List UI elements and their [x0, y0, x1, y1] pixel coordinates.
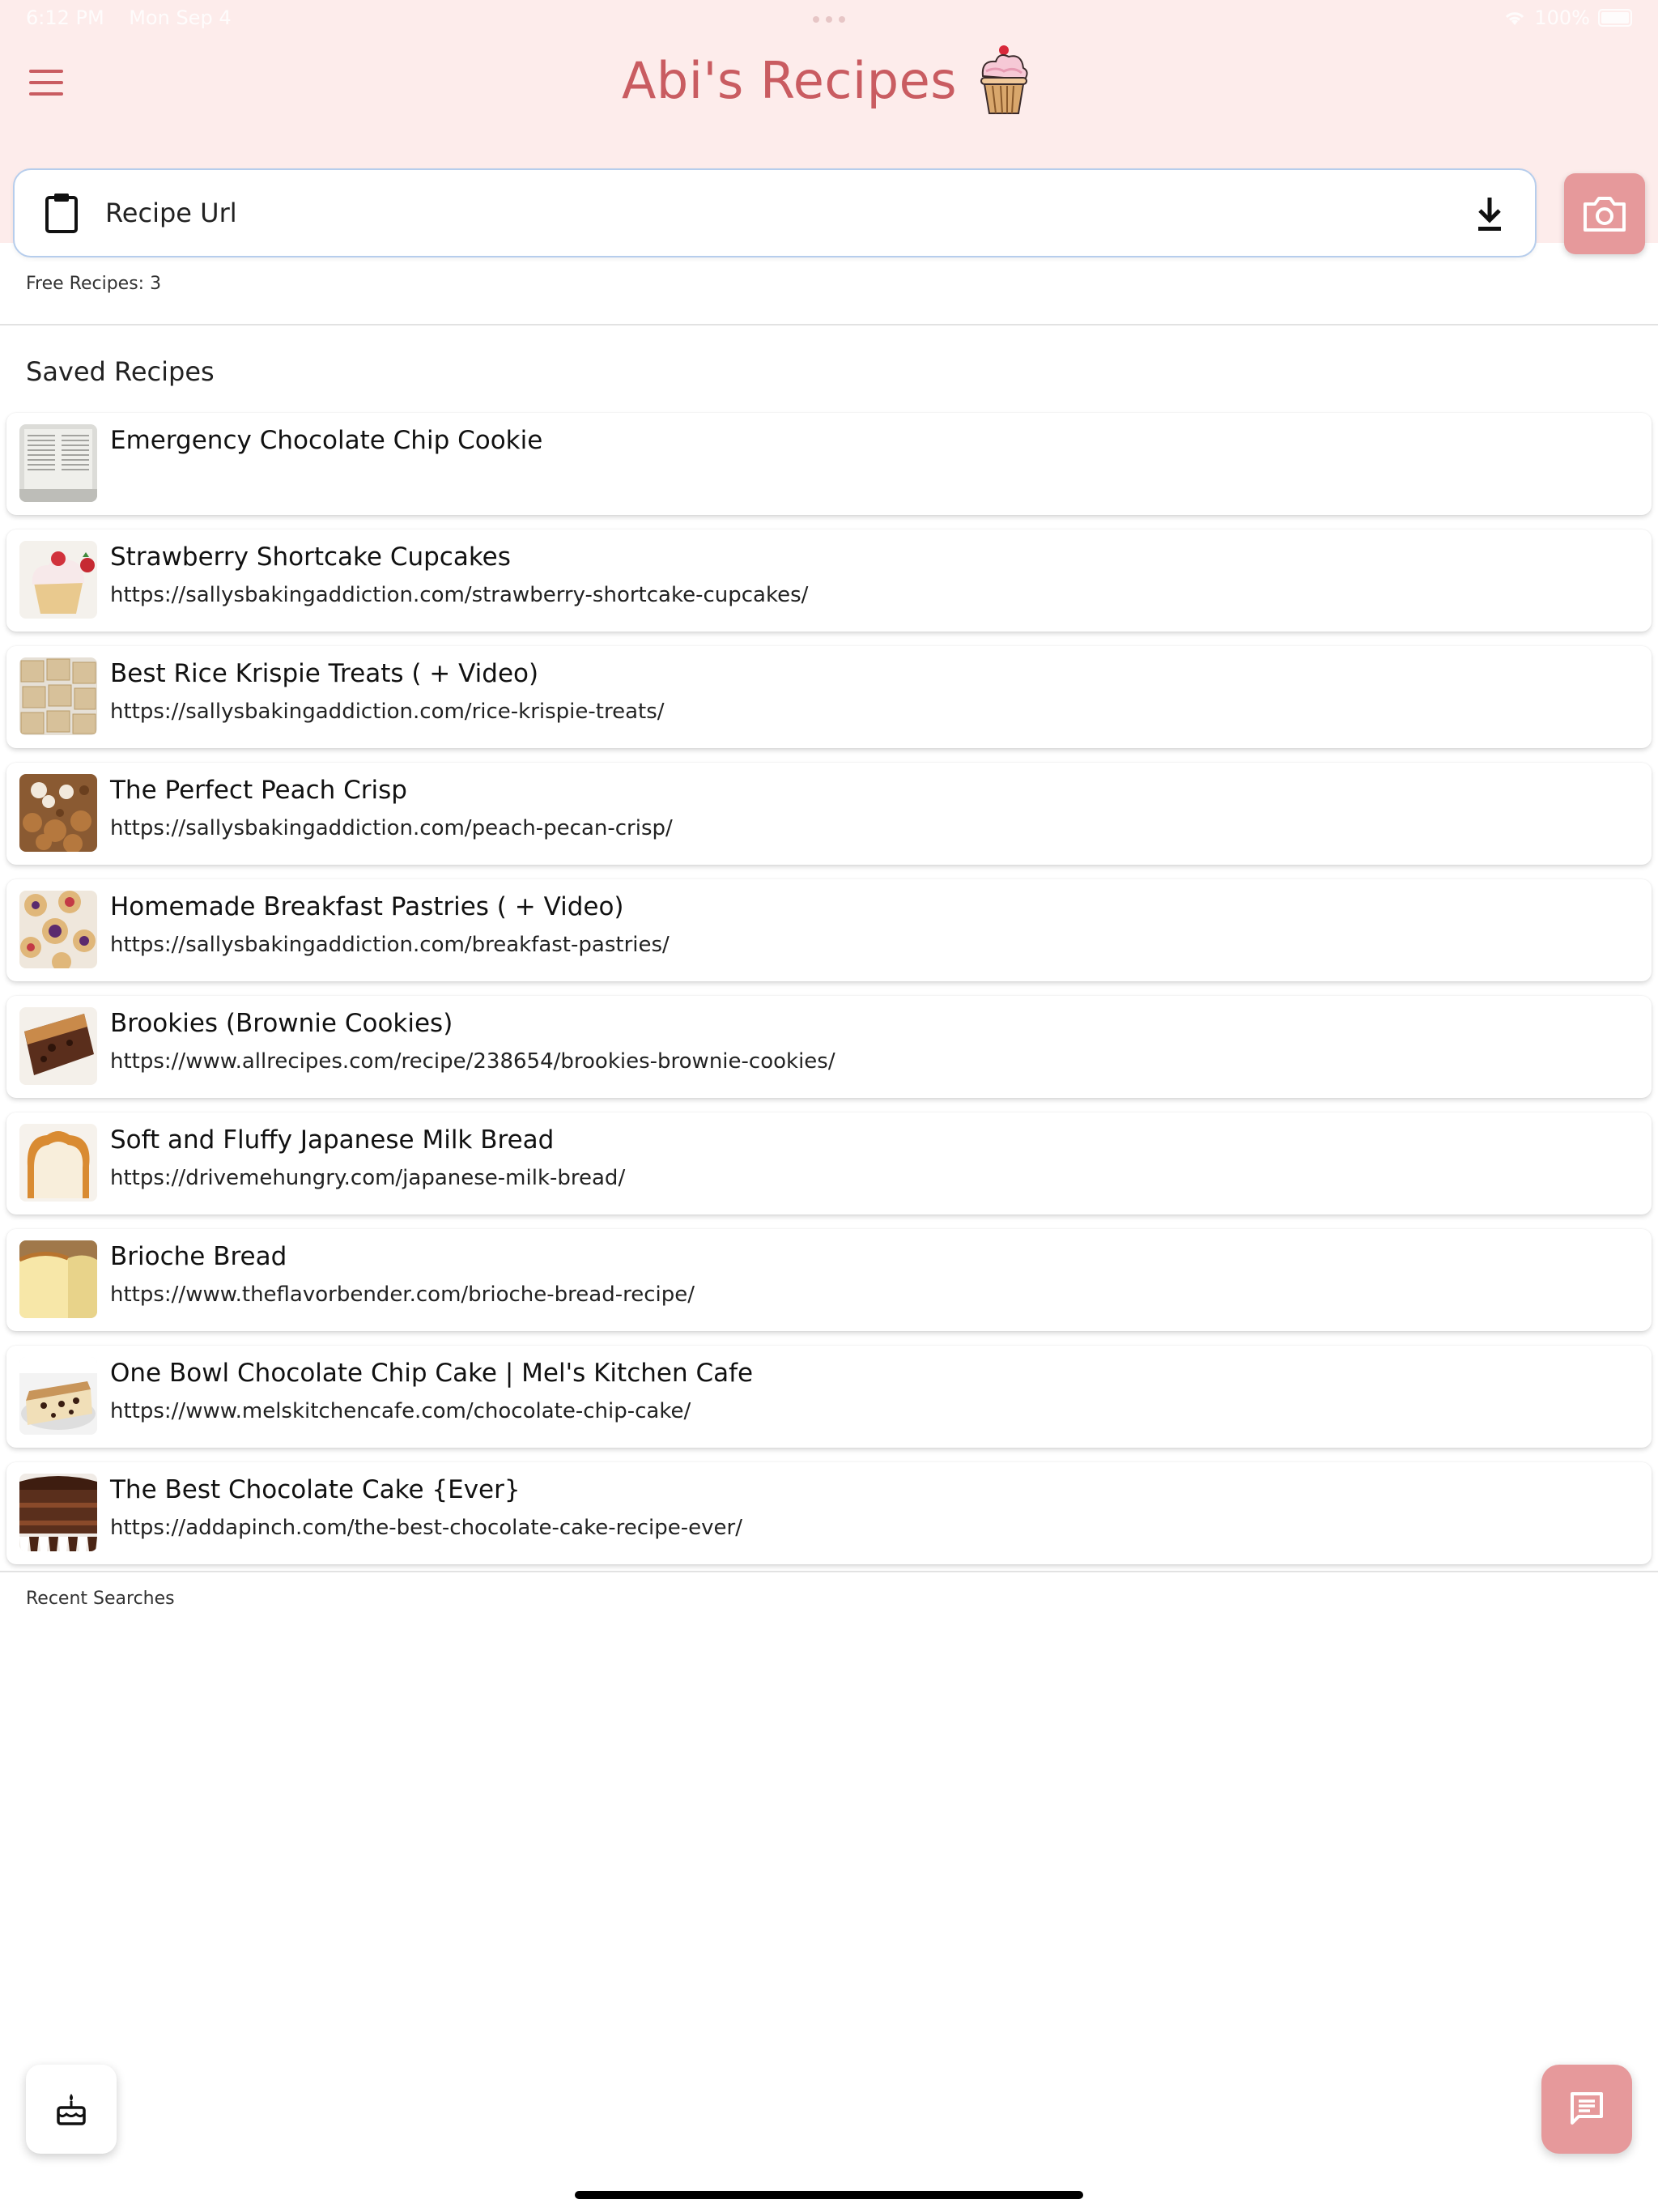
- recipe-thumbnail: [19, 774, 97, 852]
- recipe-url-input[interactable]: Recipe Url: [13, 168, 1537, 257]
- recipe-title: Emergency Chocolate Chip Cookie: [110, 426, 543, 455]
- recipe-title: The Perfect Peach Crisp: [110, 776, 407, 805]
- recipe-thumbnail: [19, 424, 97, 502]
- recipe-title: Brookies (Brownie Cookies): [110, 1009, 453, 1038]
- recipe-url: https://addapinch.com/the-best-chocolate…: [110, 1516, 742, 1540]
- home-indicator[interactable]: [575, 2191, 1083, 2199]
- status-date: Mon Sep 4: [129, 6, 232, 29]
- download-icon[interactable]: [1473, 194, 1506, 233]
- recipe-url: https://sallysbakingaddiction.com/rice-k…: [110, 700, 665, 724]
- recipe-card[interactable]: Best Rice Krispie Treats ( + Video) http…: [6, 646, 1652, 748]
- recipe-thumbnail: [19, 541, 97, 619]
- recipe-thumbnail: [19, 1007, 97, 1085]
- recipe-title: Strawberry Shortcake Cupcakes: [110, 542, 511, 572]
- recent-searches-heading: Recent Searches: [26, 1589, 175, 1609]
- status-indicators: 100%: [1503, 6, 1632, 29]
- recipe-title: The Best Chocolate Cake {Ever}: [110, 1475, 521, 1504]
- recipe-url: https://sallysbakingaddiction.com/peach-…: [110, 816, 673, 840]
- recipe-url: https://www.allrecipes.com/recipe/238654…: [110, 1049, 835, 1074]
- recipe-title: Homemade Breakfast Pastries ( + Video): [110, 892, 624, 921]
- multitask-indicator[interactable]: [813, 16, 845, 23]
- clipboard-icon[interactable]: [44, 193, 79, 233]
- battery-icon: [1598, 9, 1632, 27]
- section-divider: [0, 324, 1658, 325]
- recipe-thumbnail: [19, 1124, 97, 1202]
- recipe-thumbnail: [19, 1357, 97, 1435]
- app-title: Abi's Recipes: [621, 50, 958, 110]
- recipe-card[interactable]: Homemade Breakfast Pastries ( + Video) h…: [6, 879, 1652, 981]
- recipe-url: https://drivemehungry.com/japanese-milk-…: [110, 1166, 626, 1190]
- recipe-url: https://www.melskitchencafe.com/chocolat…: [110, 1399, 691, 1423]
- recipe-thumbnail: [19, 1474, 97, 1551]
- recipe-card[interactable]: One Bowl Chocolate Chip Cake | Mel's Kit…: [6, 1346, 1652, 1448]
- cake-icon: [57, 2094, 86, 2125]
- recipe-card[interactable]: Strawberry Shortcake Cupcakes https://sa…: [6, 530, 1652, 632]
- recipe-url-placeholder: Recipe Url: [105, 198, 237, 228]
- recipe-thumbnail: [19, 891, 97, 968]
- section-divider: [0, 1571, 1658, 1572]
- free-recipes-count: Free Recipes: 3: [26, 274, 162, 294]
- app-title-container: Abi's Recipes: [0, 44, 1658, 117]
- saved-recipes-heading: Saved Recipes: [26, 356, 215, 387]
- recipe-card[interactable]: Soft and Fluffy Japanese Milk Bread http…: [6, 1112, 1652, 1214]
- status-time: 6:12 PM: [26, 6, 104, 29]
- battery-percent: 100%: [1534, 6, 1590, 29]
- camera-icon: [1584, 197, 1626, 232]
- recipe-card[interactable]: Emergency Chocolate Chip Cookie: [6, 413, 1652, 515]
- recipe-card[interactable]: The Perfect Peach Crisp https://sallysba…: [6, 763, 1652, 865]
- wifi-icon: [1506, 12, 1524, 25]
- cake-button[interactable]: [26, 2065, 117, 2154]
- recipe-card[interactable]: Brookies (Brownie Cookies) https://www.a…: [6, 996, 1652, 1098]
- status-time-date: 6:12 PM Mon Sep 4: [26, 6, 232, 29]
- camera-button[interactable]: [1564, 173, 1645, 254]
- recipe-thumbnail: [19, 657, 97, 735]
- recipe-url: https://sallysbakingaddiction.com/strawb…: [110, 583, 809, 607]
- recipe-url: https://www.theflavorbender.com/brioche-…: [110, 1283, 695, 1307]
- recipe-card[interactable]: Brioche Bread https://www.theflavorbende…: [6, 1229, 1652, 1331]
- recipe-title: One Bowl Chocolate Chip Cake | Mel's Kit…: [110, 1359, 754, 1388]
- recipe-title: Soft and Fluffy Japanese Milk Bread: [110, 1125, 555, 1155]
- chat-icon: [1571, 2092, 1603, 2125]
- chat-button[interactable]: [1541, 2065, 1632, 2154]
- recipe-title: Brioche Bread: [110, 1242, 287, 1271]
- recipe-title: Best Rice Krispie Treats ( + Video): [110, 659, 539, 688]
- recipe-thumbnail: [19, 1240, 97, 1318]
- status-bar: 6:12 PM Mon Sep 4 100%: [26, 6, 1632, 39]
- recipe-card[interactable]: The Best Chocolate Cake {Ever} https://a…: [6, 1462, 1652, 1564]
- recipe-url: https://sallysbakingaddiction.com/breakf…: [110, 933, 670, 957]
- cupcake-logo-icon: [980, 45, 1028, 114]
